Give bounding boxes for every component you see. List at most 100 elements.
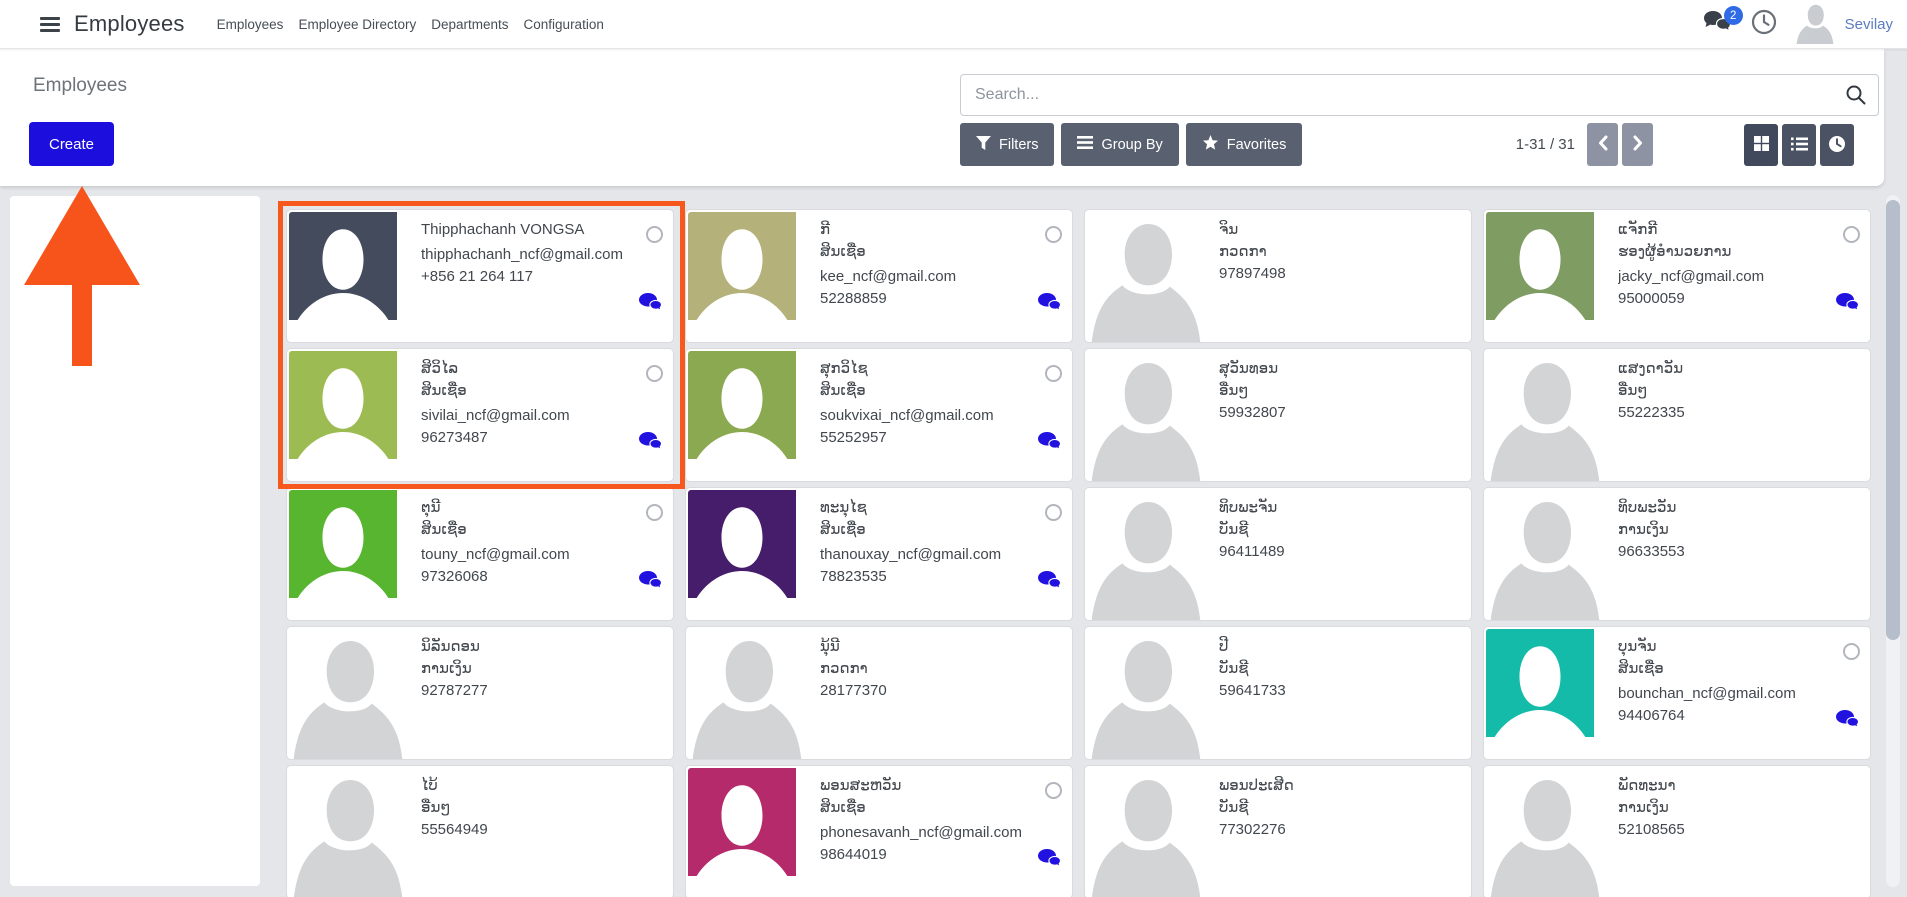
menu-item-employee-directory[interactable]: Employee Directory [294, 11, 420, 38]
unread-message-icon[interactable] [639, 571, 663, 594]
employee-name: ໄບ້ [421, 777, 438, 794]
presence-status-ring[interactable] [646, 226, 663, 243]
group-by-button[interactable]: Group By [1061, 123, 1179, 166]
unread-message-icon[interactable] [1038, 571, 1062, 594]
employee-card[interactable]: ພອນປະເສີດ ບັນຊີ 77302276 [1084, 765, 1472, 897]
employee-card[interactable]: ທິບພະຈັນ ບັນຊີ 96411489 [1084, 487, 1472, 621]
app-title: Employees [74, 11, 185, 36]
employee-job-title: ສິນເຊື່ອ [820, 243, 866, 260]
employee-card[interactable]: ແຈັກກີ ຮອງຜູ້ອຳນວຍການ jacky_ncf@gmail.co… [1483, 209, 1871, 343]
presence-status-ring[interactable] [1045, 365, 1062, 382]
employee-card[interactable]: ກີ ສິນເຊື່ອ kee_ncf@gmail.com 52288859 [685, 209, 1073, 343]
presence-status-ring[interactable] [646, 504, 663, 521]
employee-phone: 96633553 [1618, 543, 1685, 560]
search-input[interactable] [960, 74, 1879, 116]
employee-avatar [1087, 212, 1205, 342]
employee-card[interactable]: ຈິນ ກວດກາ 97897498 [1084, 209, 1472, 343]
list-icon [1790, 137, 1808, 154]
menu-item-departments[interactable]: Departments [427, 11, 512, 38]
employee-job-title: ສິນເຊື່ອ [820, 521, 866, 538]
activity-view-button[interactable] [1820, 124, 1854, 166]
hamburger-menu-icon[interactable] [40, 14, 60, 35]
employee-phone: 96411489 [1219, 543, 1285, 560]
messages-button[interactable]: 2 [1703, 6, 1743, 39]
unread-message-icon[interactable] [639, 293, 663, 316]
pager-next-button[interactable] [1622, 123, 1653, 166]
employee-name: ຕຸນີ [421, 499, 441, 516]
employee-card[interactable]: ໄບ້ ອື່ນໆ 55564949 [286, 765, 674, 897]
employee-email: thipphachanh_ncf@gmail.com [421, 246, 624, 263]
pager-range: 1-31 / 31 [1515, 136, 1575, 153]
employee-job-title: ສິນເຊື່ອ [1618, 660, 1664, 677]
unread-message-icon[interactable] [1038, 432, 1062, 455]
unread-message-icon[interactable] [1038, 849, 1062, 872]
employee-card[interactable]: ສຸກວິໄຊ ສິນເຊື່ອ soukvixai_ncf@gmail.com… [685, 348, 1073, 482]
employee-card[interactable]: ພັດທະນາ ການເງິນ 52108565 [1483, 765, 1871, 897]
employee-avatar [1087, 768, 1205, 897]
pager-previous-button[interactable] [1587, 123, 1618, 166]
employee-phone: 95000059 [1618, 290, 1685, 307]
employee-job-title: ສິນເຊື່ອ [820, 382, 866, 399]
employee-phone: +856 21 264 117 [421, 268, 533, 285]
scrollbar-thumb[interactable] [1886, 200, 1900, 640]
unread-message-icon[interactable] [1836, 293, 1860, 316]
employee-avatar [289, 768, 407, 897]
unread-message-icon[interactable] [1836, 710, 1860, 733]
menu-item-employees[interactable]: Employees [213, 11, 288, 38]
employee-name: ສຸກວິໄຊ [820, 360, 868, 377]
presence-status-ring[interactable] [1045, 504, 1062, 521]
employee-card[interactable]: ຕຸນີ ສິນເຊື່ອ touny_ncf@gmail.com 973260… [286, 487, 674, 621]
create-button[interactable]: Create [29, 122, 114, 166]
unread-message-icon[interactable] [639, 432, 663, 455]
employee-card[interactable]: ພອນສະຫວັນ ສິນເຊື່ອ phonesavanh_ncf@gmail… [685, 765, 1073, 897]
employee-card[interactable]: ທິບພະວັນ ການເງິນ 96633553 [1483, 487, 1871, 621]
menu-item-configuration[interactable]: Configuration [520, 11, 608, 38]
presence-status-ring[interactable] [646, 365, 663, 382]
breadcrumb: Employees [33, 75, 127, 96]
vertical-scrollbar[interactable] [1886, 195, 1900, 887]
activity-clock-icon [1828, 135, 1846, 156]
employee-card[interactable]: ນຸ້ນີ ກວດກາ 28177370 [685, 626, 1073, 760]
employee-name: ພອນປະເສີດ [1219, 777, 1294, 794]
user-name[interactable]: Sevilay [1845, 16, 1893, 33]
presence-status-ring[interactable] [1843, 643, 1860, 660]
presence-status-ring[interactable] [1045, 782, 1062, 799]
favorites-button[interactable]: Favorites [1185, 123, 1303, 166]
employee-card[interactable]: ນິລັນດອນ ການເງິນ 92787277 [286, 626, 674, 760]
employee-card[interactable]: ແສງດາວັນ ອື່ນໆ 55222335 [1483, 348, 1871, 482]
employee-avatar [289, 490, 397, 598]
employee-name: ບຸນຈັນ [1618, 638, 1657, 655]
clock-icon [1751, 9, 1777, 40]
employee-card[interactable]: ສຸວັນທອນ ອື່ນໆ 59932807 [1084, 348, 1472, 482]
employee-card[interactable]: ສິວິໄລ ສິນເຊື່ອ sivilai_ncf@gmail.com 96… [286, 348, 674, 482]
employee-phone: 52288859 [820, 290, 887, 307]
employee-phone: 97326068 [421, 568, 488, 585]
employee-card[interactable]: ບຸນຈັນ ສິນເຊື່ອ bounchan_ncf@gmail.com 9… [1483, 626, 1871, 760]
employee-card[interactable]: ທະນຸໄຊ ສິນເຊື່ອ thanouxay_ncf@gmail.com … [685, 487, 1073, 621]
kanban-view-button[interactable] [1744, 124, 1778, 166]
activities-button[interactable] [1751, 9, 1777, 40]
employee-phone: 55564949 [421, 821, 488, 838]
employee-job-title: ບັນຊີ [1219, 660, 1249, 677]
presence-status-ring[interactable] [1843, 226, 1860, 243]
employee-phone: 55252957 [820, 429, 887, 446]
employee-avatar [1486, 490, 1604, 620]
employee-name: Thipphachanh VONGSA [421, 221, 585, 238]
employee-job-title: ບັນຊີ [1219, 521, 1249, 538]
filters-button[interactable]: Filters [960, 123, 1055, 166]
employee-avatar [1486, 351, 1604, 481]
search-icon[interactable] [1845, 84, 1867, 111]
employee-phone: 52108565 [1618, 821, 1685, 838]
employee-card[interactable]: Thipphachanh VONGSA thipphachanh_ncf@gma… [286, 209, 674, 343]
user-avatar [1795, 0, 1835, 49]
employee-phone: 97897498 [1219, 265, 1286, 282]
filter-funnel-icon [976, 135, 991, 154]
presence-status-ring[interactable] [1045, 226, 1062, 243]
unread-message-icon[interactable] [1038, 293, 1062, 316]
list-view-button[interactable] [1782, 124, 1816, 166]
employee-name: ແຈັກກີ [1618, 221, 1658, 238]
employee-card[interactable]: ປີ ບັນຊີ 59641733 [1084, 626, 1472, 760]
user-menu[interactable] [1795, 0, 1835, 49]
sidebar-panel [10, 196, 260, 886]
employee-name: ກີ [820, 221, 831, 238]
